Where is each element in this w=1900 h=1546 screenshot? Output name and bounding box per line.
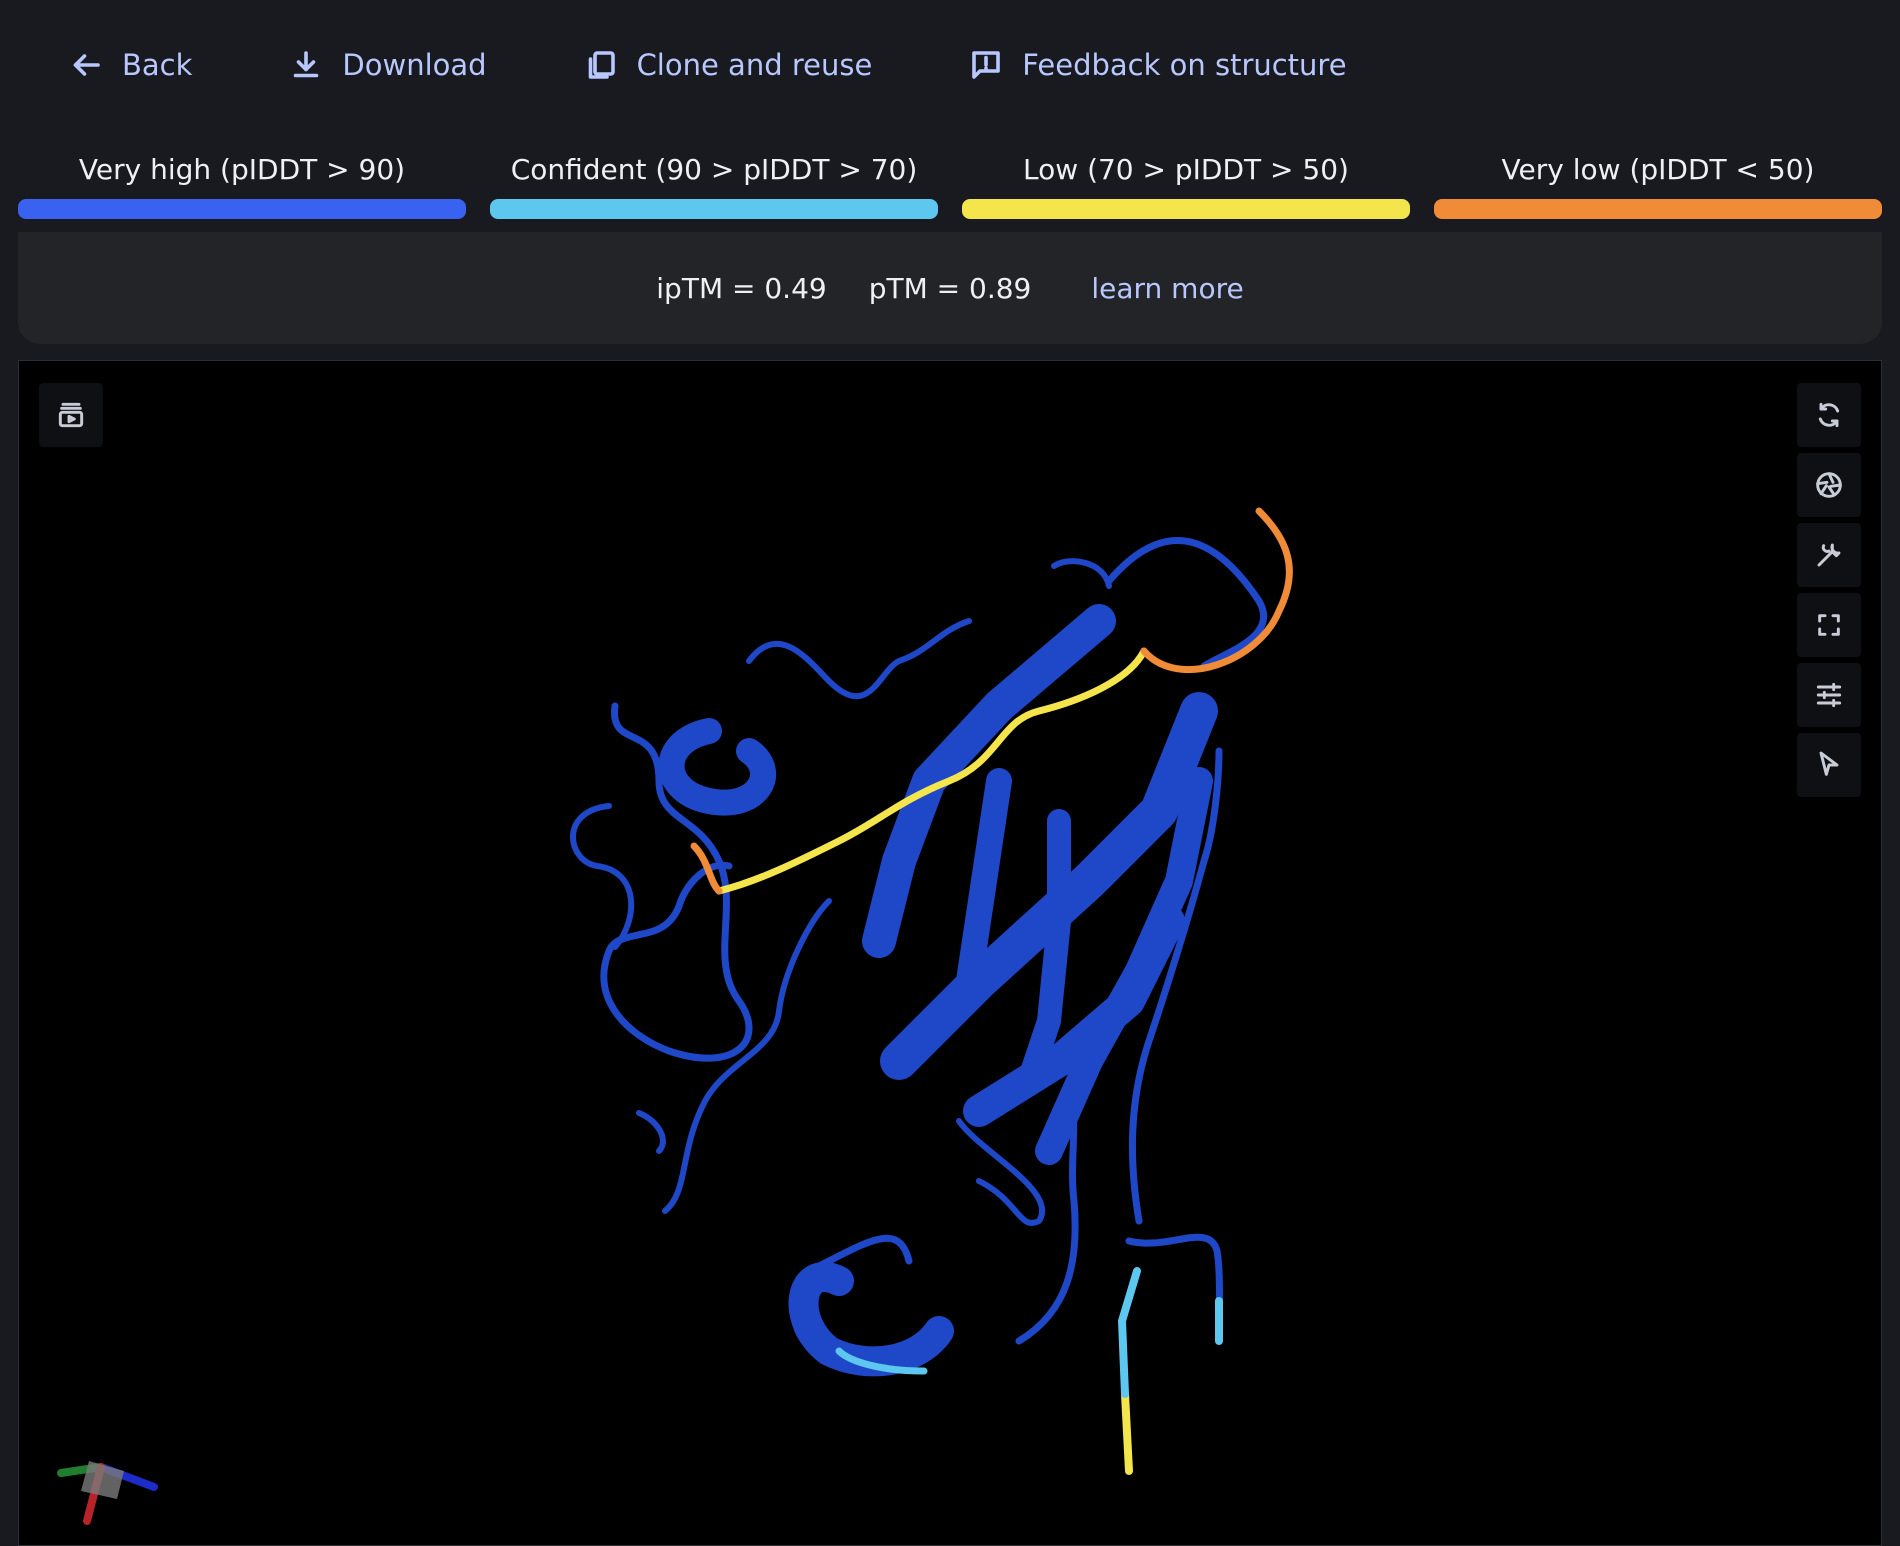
axis-gizmo xyxy=(57,1461,158,1525)
legend-label-very-high: Very high (pIDDT > 90) xyxy=(78,153,406,186)
copy-icon xyxy=(583,47,619,83)
download-label: Download xyxy=(342,48,487,82)
legend-bar-confident xyxy=(490,199,938,219)
low-confidence-segment xyxy=(1121,1390,1133,1475)
confidence-metrics: ipTM = 0.49 pTM = 0.89 learn more xyxy=(18,232,1882,344)
coil-segment xyxy=(570,803,635,950)
legend-very-high: Very high (pIDDT > 90) xyxy=(18,145,466,220)
download-button[interactable]: Download xyxy=(288,47,487,83)
back-label: Back xyxy=(122,48,193,82)
arrow-left-icon xyxy=(68,47,104,83)
legend-label-very-low: Very low (pIDDT < 50) xyxy=(1501,153,1815,186)
back-button[interactable]: Back xyxy=(68,47,192,83)
coil-segment xyxy=(636,1110,666,1154)
legend-bar-very-low xyxy=(1434,199,1882,219)
ptm-value: pTM = 0.89 xyxy=(868,271,1032,305)
legend-label-confident: Confident (90 > pIDDT > 70) xyxy=(510,153,918,186)
legend-very-low: Very low (pIDDT < 50) xyxy=(1434,145,1882,220)
feedback-button[interactable]: Feedback on structure xyxy=(968,47,1347,83)
iptm-value: ipTM = 0.49 xyxy=(656,271,827,305)
structure-viewer[interactable] xyxy=(18,360,1882,1546)
coil-segment xyxy=(1125,1233,1223,1345)
coil-segment xyxy=(1105,537,1268,670)
top-toolbar: Back Download Clone and reuse Feedback o… xyxy=(0,0,1900,130)
coil-segment xyxy=(1051,558,1112,589)
protein-structure-render[interactable] xyxy=(19,361,1882,1546)
feedback-icon xyxy=(968,47,1004,83)
coil-segment xyxy=(956,1118,1045,1226)
download-icon xyxy=(288,47,324,83)
helix-segment xyxy=(658,718,777,816)
legend-confident: Confident (90 > pIDDT > 70) xyxy=(490,145,938,220)
legend-label-low: Low (70 > pIDDT > 50) xyxy=(1023,153,1349,186)
clone-label: Clone and reuse xyxy=(636,48,873,82)
helix-segment xyxy=(788,1262,954,1377)
legend-low: Low (70 > pIDDT > 50) xyxy=(962,145,1410,220)
feedback-label: Feedback on structure xyxy=(1022,48,1347,82)
very-low-segment xyxy=(1140,507,1293,673)
coil-segment xyxy=(746,618,972,700)
learn-more-link[interactable]: learn more xyxy=(1091,272,1243,305)
structure-page: Back Download Clone and reuse Feedback o… xyxy=(0,0,1900,1546)
clone-reuse-button[interactable]: Clone and reuse xyxy=(583,47,873,83)
confident-segment xyxy=(1118,1267,1141,1398)
legend-bar-low xyxy=(962,199,1410,219)
plddt-legend: Very high (pIDDT > 90) Confident (90 > p… xyxy=(18,145,1882,220)
legend-bar-very-high xyxy=(18,199,466,219)
